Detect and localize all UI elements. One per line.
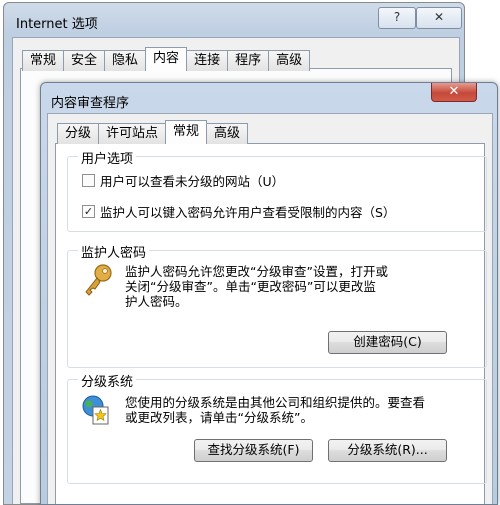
dialog-tabs: 分级 许可站点 常规 高级	[57, 120, 249, 144]
unrated-sites-option[interactable]: 用户可以查看未分级的网站（U）	[82, 171, 284, 190]
find-rating-systems-button[interactable]: 查找分级系统(F)	[194, 439, 313, 462]
key-icon	[82, 263, 114, 300]
dialog-title: 内容审查程序	[51, 96, 130, 111]
unrated-sites-checkbox[interactable]	[82, 174, 95, 187]
supervisor-password-option[interactable]: ✓ 监护人可以键入密码允许用户查看受限制的内容（S）	[82, 202, 395, 221]
rating-systems-description: 您使用的分级系统是由其他公司和组织提供的。要查看 或更改列表，请单击“分级系统”…	[125, 395, 425, 425]
tab-security[interactable]: 安全	[63, 50, 106, 71]
description-line: 监护人密码允许您更改“分级审查”设置，打开或	[125, 264, 388, 279]
close-button[interactable]: ✕	[416, 7, 462, 29]
content-advisor-dialog: 内容审查程序 ✕ 分级 许可站点 常规 高级 用户选项 用户可以查看未分级的网站…	[40, 82, 498, 505]
user-options-label: 用户选项	[78, 148, 137, 167]
tab-programs[interactable]: 程序	[227, 50, 270, 71]
tab-advanced[interactable]: 高级	[268, 50, 311, 71]
description-line: 或更改列表，请单击“分级系统”。	[125, 410, 313, 425]
tab-approved-sites[interactable]: 许可站点	[98, 123, 167, 144]
supervisor-password-option-label: 监护人可以键入密码允许用户查看受限制的内容（S）	[100, 205, 396, 220]
user-options-group: 用户选项 用户可以查看未分级的网站（U） ✓ 监护人可以键入密码允许用户查看受限…	[67, 148, 487, 232]
unrated-sites-label: 用户可以查看未分级的网站（U）	[100, 174, 285, 189]
window-title: Internet 选项	[16, 17, 98, 32]
tab-privacy[interactable]: 隐私	[104, 50, 147, 71]
dialog-close-button[interactable]: ✕	[431, 83, 477, 102]
tab-general[interactable]: 常规	[22, 50, 65, 71]
rating-systems-label: 分级系统	[78, 371, 137, 390]
supervisor-password-checkbox[interactable]: ✓	[82, 205, 95, 218]
options-tabs: 常规 安全 隐私 内容 连接 程序 高级	[22, 47, 311, 71]
tab-connections[interactable]: 连接	[186, 50, 229, 71]
description-line: 护人密码。	[125, 294, 188, 309]
description-line: 您使用的分级系统是由其他公司和组织提供的。要查看	[125, 395, 426, 410]
rating-systems-group: 分级系统 您使用的分级系统是由其他公司和组织提供的。要查看 或更改列表，请单击“…	[67, 371, 487, 484]
tab-content[interactable]: 内容	[145, 47, 188, 71]
description-line: 关闭“分级审查”。单击“更改密码”可以更改监	[125, 279, 376, 294]
tab-ratings[interactable]: 分级	[57, 123, 100, 144]
rating-system-icon	[80, 394, 110, 429]
supervisor-password-group: 监护人密码 监护人密码允许您更改“分级审查”设置，打开或 关闭“分级审查”。单击…	[67, 242, 487, 368]
rating-systems-button[interactable]: 分级系统(R)...	[328, 439, 447, 462]
tab-dialog-advanced[interactable]: 高级	[206, 123, 249, 144]
supervisor-password-description: 监护人密码允许您更改“分级审查”设置，打开或 关闭“分级审查”。单击“更改密码”…	[125, 264, 388, 309]
supervisor-password-label: 监护人密码	[78, 242, 150, 261]
create-password-button[interactable]: 创建密码(C)	[328, 331, 447, 354]
tab-dialog-general[interactable]: 常规	[165, 120, 208, 144]
help-button[interactable]: ?	[378, 7, 416, 29]
